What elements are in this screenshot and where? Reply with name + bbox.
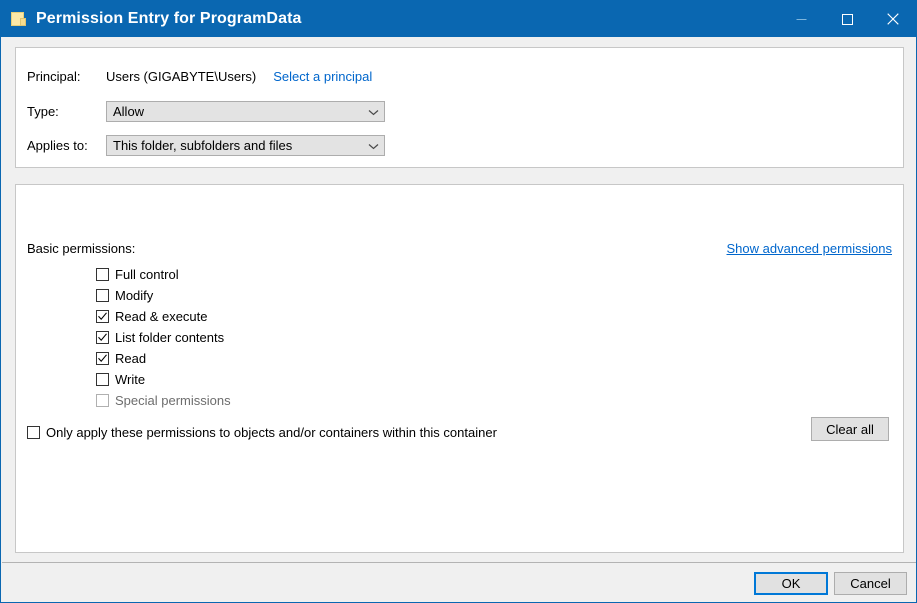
permission-label: Read & execute (115, 309, 208, 324)
principal-row: Principal: Users (GIGABYTE\Users) Select… (27, 69, 372, 84)
permission-row-write[interactable]: Write (96, 369, 231, 390)
permission-label: Write (115, 372, 146, 387)
footer-bar: OK Cancel (2, 563, 916, 602)
principal-label: Principal: (27, 69, 81, 84)
permission-label: Modify (115, 288, 154, 303)
show-advanced-permissions-link[interactable]: Show advanced permissions (727, 241, 892, 256)
checkbox-list-folder-contents[interactable] (96, 331, 109, 344)
checkbox-read-execute[interactable] (96, 310, 109, 323)
only-apply-label: Only apply these permissions to objects … (46, 425, 497, 440)
checkbox-special-permissions (96, 394, 109, 407)
ok-button[interactable]: OK (754, 572, 828, 595)
permission-row-modify[interactable]: Modify (96, 285, 231, 306)
principal-panel: Principal: Users (GIGABYTE\Users) Select… (15, 47, 904, 168)
permission-entry-dialog: Permission Entry for ProgramData Princip… (0, 0, 917, 603)
chevron-down-icon (368, 138, 379, 153)
applies-to-label: Applies to: (27, 138, 88, 153)
permission-row-read[interactable]: Read (96, 348, 231, 369)
permission-row-special-permissions: Special permissions (96, 390, 231, 411)
principal-value: Users (GIGABYTE\Users) (106, 69, 257, 84)
type-dropdown[interactable]: Allow (106, 101, 385, 122)
cancel-button[interactable]: Cancel (834, 572, 907, 595)
checkbox-only-apply-this-container[interactable] (27, 426, 40, 439)
applies-to-dropdown-value: This folder, subfolders and files (113, 138, 293, 153)
chevron-down-icon (368, 104, 379, 119)
checkbox-modify[interactable] (96, 289, 109, 302)
permission-label: Read (115, 351, 147, 366)
permission-label: Special permissions (115, 393, 231, 408)
type-dropdown-value: Allow (113, 104, 145, 119)
checkbox-read[interactable] (96, 352, 109, 365)
type-label: Type: (27, 104, 59, 119)
permission-row-full-control[interactable]: Full control (96, 264, 231, 285)
applies-to-dropdown[interactable]: This folder, subfolders and files (106, 135, 385, 156)
window-controls (778, 1, 916, 37)
close-icon[interactable] (870, 1, 916, 37)
applies-to-row: Applies to: This folder, subfolders and … (27, 135, 385, 156)
permission-row-read-execute[interactable]: Read & execute (96, 306, 231, 327)
dialog-body: Principal: Users (GIGABYTE\Users) Select… (2, 37, 916, 602)
select-a-principal-link[interactable]: Select a principal (273, 69, 372, 84)
folder-icon (11, 11, 27, 27)
title-bar: Permission Entry for ProgramData (1, 1, 916, 37)
basic-permissions-label: Basic permissions: (27, 241, 136, 256)
permission-row-list-folder-contents[interactable]: List folder contents (96, 327, 231, 348)
minimize-icon[interactable] (778, 1, 824, 37)
permission-label: Full control (115, 267, 179, 282)
checkbox-write[interactable] (96, 373, 109, 386)
checkbox-full-control[interactable] (96, 268, 109, 281)
only-apply-row[interactable]: Only apply these permissions to objects … (27, 425, 497, 440)
clear-all-button[interactable]: Clear all (811, 417, 889, 441)
permissions-panel: Basic permissions: Show advanced permiss… (15, 184, 904, 553)
basic-permissions-list: Full control Modify Read & execute List … (96, 264, 231, 411)
window-title: Permission Entry for ProgramData (36, 10, 302, 27)
type-row: Type: Allow (27, 101, 385, 122)
maximize-icon[interactable] (824, 1, 870, 37)
permission-label: List folder contents (115, 330, 225, 345)
